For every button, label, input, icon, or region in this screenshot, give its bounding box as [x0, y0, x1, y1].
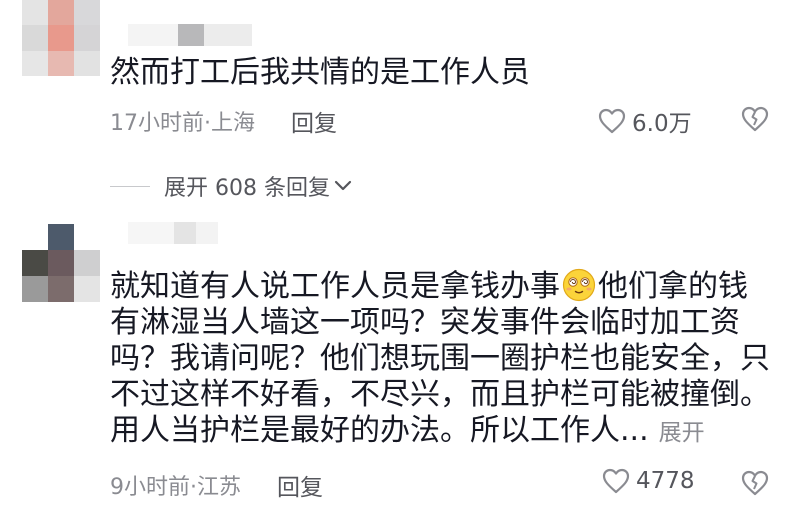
comment-text: 就知道有人说工作人员是拿钱办事 他们拿的钱有淋湿当人墙这一项吗？突发事件会临时加…: [110, 268, 770, 451]
dislike-button[interactable]: [741, 470, 769, 500]
expand-replies-label: 展开 608 条回复: [164, 176, 330, 201]
like-count: 6.0万: [632, 111, 692, 137]
like-button[interactable]: 6.0万: [598, 104, 692, 138]
comment-time-location: 9小时前·江苏: [110, 475, 241, 500]
username-blurred[interactable]: [128, 222, 218, 244]
heart-outline-icon: [602, 468, 630, 494]
like-button[interactable]: 4778: [602, 468, 695, 494]
comment-meta: 9小时前·江苏 回复: [110, 468, 323, 502]
avatar[interactable]: [22, 0, 100, 76]
dislike-button[interactable]: [741, 106, 769, 136]
broken-heart-icon: [741, 106, 769, 132]
reply-button[interactable]: 回复: [277, 468, 323, 502]
avatar[interactable]: [22, 224, 100, 302]
expand-text-button[interactable]: 展开: [659, 420, 705, 446]
expand-replies-button[interactable]: 展开 608 条回复: [110, 170, 352, 202]
like-count: 4778: [636, 468, 695, 494]
broken-heart-icon: [741, 470, 769, 496]
comment-meta: 17小时前·上海 回复: [110, 104, 337, 138]
comment-list: 然而打工后我共情的是工作人员 17小时前·上海 回复 6.0万 展开 608 条…: [0, 0, 800, 513]
comment-time-location: 17小时前·上海: [110, 111, 255, 136]
heart-outline-icon: [598, 108, 626, 134]
username-blurred[interactable]: [128, 24, 252, 46]
comment-text: 然而打工后我共情的是工作人员: [110, 55, 530, 90]
dazed-face-emoji: [562, 268, 596, 302]
chevron-down-icon: [334, 180, 352, 191]
divider: [110, 185, 150, 187]
comment-text-part1: 就知道有人说工作人员是拿钱办事: [110, 269, 560, 304]
reply-button[interactable]: 回复: [291, 104, 337, 138]
